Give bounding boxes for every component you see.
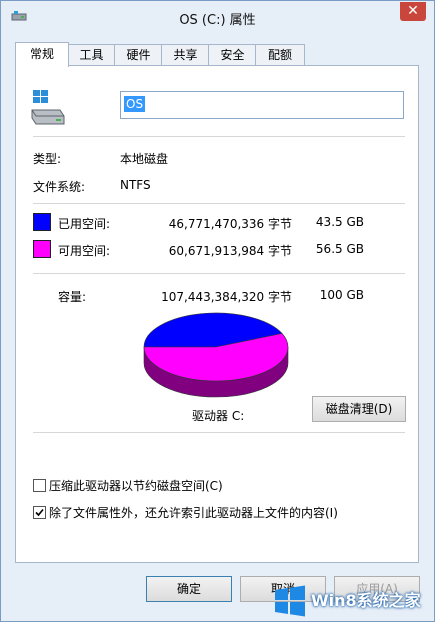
tab-hardware[interactable]: 硬件 (114, 44, 163, 65)
free-space-bytes: 60,671,913,984 字节 (168, 244, 292, 258)
used-space-bytes: 46,771,470,336 字节 (168, 217, 292, 231)
windows-logo-icon (275, 585, 305, 617)
disk-usage-pie-chart (143, 312, 289, 398)
index-label[interactable]: 除了文件属性外，还允许索引此驱动器上文件的内容(I) (49, 504, 338, 521)
tab-quota[interactable]: 配额 (255, 44, 305, 65)
watermark-text: Win8系统之家 (311, 591, 421, 610)
tab-sharing[interactable]: 共享 (161, 44, 210, 65)
properties-window: OS (C:) 属性 ✕ 常规 工具 硬件 共享 安全 配额 OS 类型: 本地… (0, 0, 435, 622)
capacity-label: 容量: (58, 290, 87, 304)
capacity-bytes: 107,443,384,320 字节 (161, 290, 292, 304)
general-panel: OS 类型: 本地磁盘 文件系统: NTFS 已用空间: 46,771,470,… (15, 65, 419, 563)
drive-name-input[interactable]: OS (120, 91, 404, 119)
compress-label[interactable]: 压缩此驱动器以节约磁盘空间(C) (49, 477, 223, 494)
capacity-size: 100 GB (319, 288, 364, 302)
drive-name-value[interactable]: OS (124, 96, 146, 112)
used-space-label: 已用空间: (58, 217, 111, 231)
filesystem-label: 文件系统: (33, 180, 86, 194)
divider (33, 273, 405, 274)
index-checkbox[interactable] (33, 506, 46, 519)
type-value: 本地磁盘 (120, 152, 169, 166)
divider (33, 136, 405, 137)
drive-letter-label: 驱动器 C: (192, 409, 245, 423)
divider (33, 432, 405, 433)
window-title: OS (C:) 属性 (179, 13, 256, 28)
free-space-swatch (33, 240, 51, 258)
free-space-label: 可用空间: (58, 244, 111, 258)
ok-button[interactable]: 确定 (146, 576, 232, 602)
tab-tools[interactable]: 工具 (67, 44, 116, 65)
type-label: 类型: (33, 152, 62, 166)
divider (33, 203, 405, 204)
disk-cleanup-button[interactable]: 磁盘清理(D) (312, 396, 406, 422)
filesystem-value: NTFS (120, 178, 151, 192)
free-space-size: 56.5 GB (315, 242, 364, 256)
compress-checkbox[interactable] (33, 479, 46, 492)
title-bar[interactable]: OS (C:) 属性 ✕ (1, 1, 434, 33)
hard-drive-icon (31, 90, 65, 125)
site-watermark: Win8系统之家 (271, 580, 435, 622)
checkmark-icon (35, 508, 44, 517)
used-space-swatch (33, 213, 51, 231)
used-space-size: 43.5 GB (315, 215, 364, 229)
tab-general[interactable]: 常规 (15, 42, 69, 67)
tab-security[interactable]: 安全 (208, 44, 257, 65)
close-button[interactable]: ✕ (400, 2, 426, 21)
